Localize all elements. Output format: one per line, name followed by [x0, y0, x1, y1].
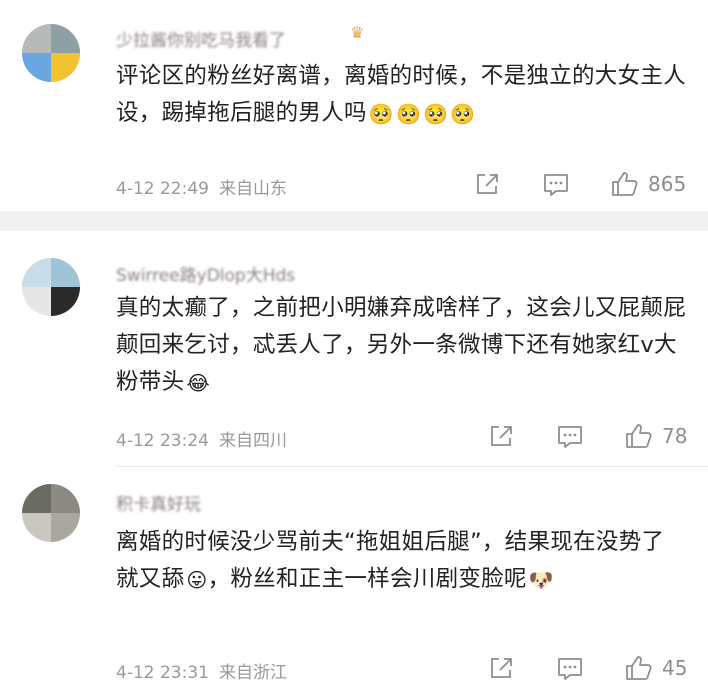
comment-icon	[544, 174, 568, 196]
share-button[interactable]	[488, 656, 514, 680]
comment-button[interactable]	[556, 424, 584, 450]
laughing-crying-icon: 😂	[186, 371, 211, 395]
comment-location: 来自四川	[218, 431, 287, 451]
share-icon	[477, 174, 498, 194]
username[interactable]: Swirree路yDlop大Hds	[116, 261, 295, 286]
avatar-segment	[51, 513, 80, 542]
sad-face-icon: 🥺	[423, 102, 449, 126]
like-button[interactable]: 865	[610, 170, 686, 198]
comment-date: 4-12 23:24	[116, 431, 209, 451]
avatar-segment	[22, 258, 51, 287]
comment-icon	[558, 658, 582, 680]
sad-face-icon: 🥺	[450, 102, 476, 126]
dog-face-icon: 🐶	[528, 568, 554, 592]
share-button[interactable]	[474, 172, 500, 196]
crown-badge-icon: ♛	[350, 23, 365, 42]
comment-button[interactable]	[556, 656, 584, 682]
section-divider	[0, 211, 708, 231]
comment-text: 离婚的时候没少骂前夫“拖姐姐后腿”，结果现在没势了就又舔 😛，粉丝和正主一样会川剧…	[116, 524, 686, 598]
tongue-out-icon: 😛	[186, 568, 208, 592]
avatar-segment	[22, 24, 51, 53]
comment-text: 评论区的粉丝好离谱，离婚的时候，不是独立的大女主人设，踢掉拖后腿的男人吗 🥺 🥺 🥺 🥺	[116, 58, 686, 132]
comment-text: 真的太癫了，之前把小明嫌弃成啥样了，这会儿又屁颠屁颠回来乞讨，忒丢人了，另外一条…	[116, 290, 686, 401]
thumbs-up-icon	[612, 172, 638, 196]
username[interactable]: 积卡真好玩	[116, 490, 201, 515]
comment-meta: 4-12 22:49 来自山东	[116, 174, 287, 199]
comment-separator	[116, 466, 708, 467]
like-button[interactable]: 45	[624, 654, 687, 682]
avatar[interactable]	[22, 258, 80, 316]
sad-face-icon: 🥺	[396, 102, 422, 126]
comment-location: 来自浙江	[218, 663, 287, 683]
comment-button[interactable]	[542, 172, 570, 198]
share-button[interactable]	[488, 424, 514, 448]
comment-date: 4-12 23:31	[116, 663, 209, 683]
avatar-segment	[51, 287, 80, 316]
comment-text-content-cont: ，粉丝和正主一样会川剧变脸呢	[207, 566, 527, 592]
avatar-segment	[22, 484, 51, 513]
avatar-segment	[51, 484, 80, 513]
sad-face-icon: 🥺	[368, 102, 395, 126]
thumbs-up-icon	[626, 656, 652, 680]
comment-icon	[558, 426, 582, 448]
comment-location: 来自山东	[218, 179, 287, 199]
avatar[interactable]	[22, 484, 80, 542]
avatar-segment	[51, 258, 80, 287]
like-button[interactable]: 78	[624, 422, 687, 450]
share-icon	[491, 426, 512, 446]
comment-meta: 4-12 23:31 来自浙江	[116, 658, 287, 683]
share-icon	[491, 658, 512, 678]
avatar-segment	[51, 24, 80, 53]
avatar-segment	[22, 53, 51, 82]
like-count: 865	[648, 172, 687, 196]
avatar-segment	[51, 53, 80, 82]
thumbs-up-icon	[626, 424, 652, 448]
avatar-segment	[22, 287, 51, 316]
username[interactable]: 少拉酱你别吃马我看了	[116, 26, 286, 51]
like-count: 45	[662, 656, 688, 680]
comment-meta: 4-12 23:24 来自四川	[116, 426, 287, 451]
like-count: 78	[662, 424, 688, 448]
avatar-segment	[22, 513, 51, 542]
avatar[interactable]	[22, 24, 80, 82]
comment-date: 4-12 22:49	[116, 179, 209, 199]
